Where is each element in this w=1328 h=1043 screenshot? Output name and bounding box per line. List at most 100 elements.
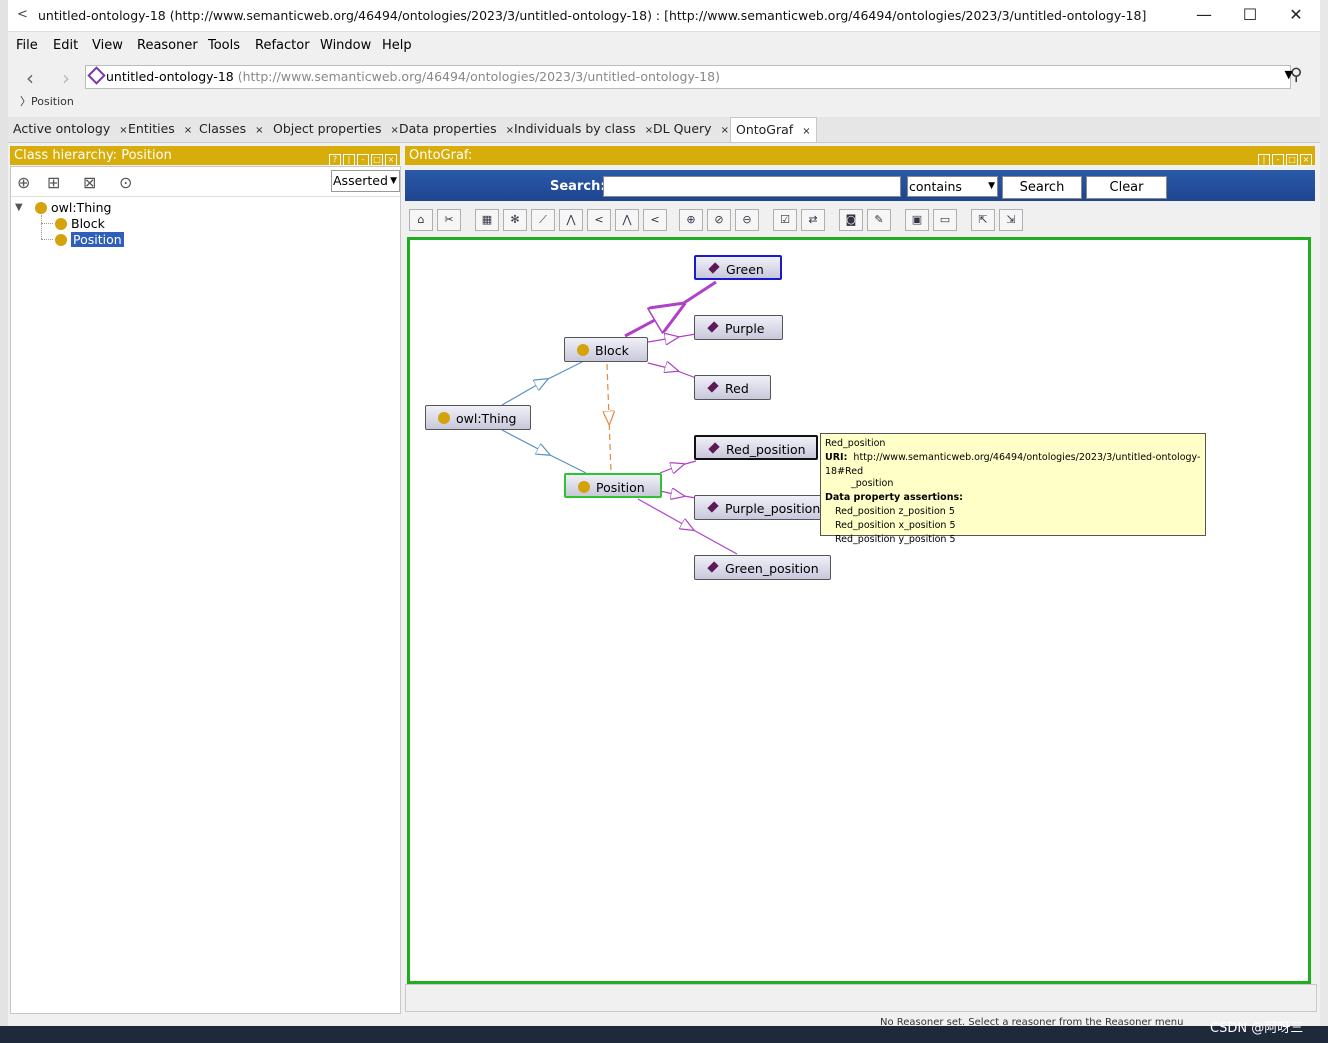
minimize-view-icon[interactable]: - xyxy=(357,154,369,166)
home-icon[interactable]: ⌂ xyxy=(409,209,433,231)
tab-label: DL Query xyxy=(653,121,712,136)
help-icon[interactable]: ? xyxy=(329,154,341,166)
zoom-in-icon[interactable]: ⊕ xyxy=(679,209,703,231)
back-arrow-icon[interactable]: ‹ xyxy=(26,66,34,90)
breadcrumb-item[interactable]: Position xyxy=(31,95,74,108)
graph-node-position[interactable]: Position xyxy=(564,473,662,498)
hierarchy-mode-select[interactable]: Asserted ▼ xyxy=(331,170,400,192)
menu-refactor[interactable]: Refactor xyxy=(255,38,310,53)
tooltip-assertion: Red_position y_position 5 xyxy=(835,534,956,545)
search-button[interactable]: Search xyxy=(1002,176,1082,199)
menu-reasoner[interactable]: Reasoner xyxy=(137,38,198,53)
tab-close-icon[interactable]: × xyxy=(721,125,729,136)
tab-data-properties[interactable]: Data properties × xyxy=(394,117,514,141)
graph-node-red[interactable]: Red xyxy=(694,375,771,400)
tree-node-position[interactable]: Position xyxy=(55,232,124,248)
minimize-view-icon[interactable]: - xyxy=(1272,154,1284,166)
graph-node-red-position[interactable]: Red_position xyxy=(694,435,818,460)
scissors-icon[interactable]: ✂ xyxy=(437,209,461,231)
desktop-edge-left xyxy=(0,0,8,1043)
match-mode-value: contains xyxy=(909,179,962,194)
tree-node-owl-thing[interactable]: owl:Thing xyxy=(35,200,111,216)
graph-node-label: Purple xyxy=(725,321,765,336)
edge-position-purple-position xyxy=(659,491,697,498)
tab-classes[interactable]: Classes × xyxy=(194,117,263,141)
notes-icon[interactable]: ✎ xyxy=(867,209,891,231)
tab-dl-query[interactable]: DL Query × xyxy=(648,117,729,141)
graph-node-purple[interactable]: Purple xyxy=(694,315,783,340)
tree-node-label: owl:Thing xyxy=(51,200,112,215)
ontology-icon xyxy=(87,66,106,85)
tree-node-block[interactable]: Block xyxy=(55,216,105,232)
class-icon xyxy=(577,344,589,356)
workspace-tabs: Active ontology × Entities × Classes × Obje… xyxy=(8,117,1320,143)
menu-tools[interactable]: Tools xyxy=(208,38,240,53)
zoom-reset-icon[interactable]: ⊘ xyxy=(707,209,731,231)
node-filter-icon[interactable]: ☑ xyxy=(773,209,797,231)
tab-entities[interactable]: Entities × xyxy=(123,117,192,141)
graph-node-block[interactable]: Block xyxy=(564,337,648,362)
tab-ontograf[interactable]: OntoGraf × xyxy=(730,117,817,142)
tree-expand-icon[interactable]: ▼ xyxy=(15,200,23,216)
tab-close-icon[interactable]: × xyxy=(255,125,263,136)
menu-help[interactable]: Help xyxy=(382,38,412,53)
tree-node-label: Block xyxy=(71,216,105,231)
forward-arrow-icon[interactable]: › xyxy=(62,66,70,90)
maximize-button[interactable]: ☐ xyxy=(1230,3,1270,27)
edge-block-position-dashed xyxy=(607,363,611,473)
add-sibling-class-icon[interactable]: ⊞ xyxy=(47,173,60,192)
target-icon[interactable]: ⊙ xyxy=(119,173,132,192)
ontology-address-field[interactable]: untitled-ontology-18 (http://www.semanti… xyxy=(85,65,1293,89)
tree-layout-icon[interactable]: ⋀ xyxy=(559,209,583,231)
split-icon[interactable]: | xyxy=(343,154,355,166)
tab-close-icon[interactable]: × xyxy=(184,125,192,136)
clear-button[interactable]: Clear xyxy=(1086,176,1167,199)
tab-close-icon[interactable]: × xyxy=(802,126,810,137)
split-icon[interactable]: | xyxy=(1258,154,1270,166)
tooltip-entity-name: Red_position xyxy=(825,438,886,449)
ontograf-canvas[interactable]: Green Purple Block Red owl:Thing Red_pos… xyxy=(407,237,1311,984)
export-icon[interactable]: ⇱ xyxy=(971,209,995,231)
horizontal-directed-layout-icon[interactable]: < xyxy=(643,209,667,231)
match-mode-select[interactable]: contains ▼ xyxy=(907,176,998,197)
node-tooltip: Red_position URI: http://www.semanticweb… xyxy=(820,433,1206,545)
graph-node-purple-position[interactable]: Purple_position xyxy=(694,495,824,520)
open-folder-icon[interactable]: ▭ xyxy=(933,209,957,231)
search-icon[interactable]: ⚲ xyxy=(1290,65,1302,85)
save-icon[interactable]: ▣ xyxy=(905,209,929,231)
close-view-icon[interactable]: × xyxy=(385,154,397,166)
radial-layout-icon[interactable]: ✻ xyxy=(503,209,527,231)
window-title-bar: < untitled-ontology-18 (http://www.seman… xyxy=(8,0,1320,32)
menu-edit[interactable]: Edit xyxy=(53,38,78,53)
graph-node-green-position[interactable]: Green_position xyxy=(694,555,831,580)
close-window-button[interactable]: ✕ xyxy=(1276,3,1316,27)
graph-node-green[interactable]: Green xyxy=(694,255,782,280)
search-input[interactable] xyxy=(603,176,901,197)
tab-individuals-by-class[interactable]: Individuals by class × xyxy=(509,117,653,141)
class-icon xyxy=(55,234,67,246)
camera-icon[interactable]: ◙ xyxy=(839,209,863,231)
arc-filter-icon[interactable]: ⇄ xyxy=(801,209,825,231)
menu-view[interactable]: View xyxy=(92,38,123,53)
grid-layout-icon[interactable]: ▦ xyxy=(475,209,499,231)
graph-node-label: owl:Thing xyxy=(456,411,517,426)
close-view-icon[interactable]: × xyxy=(1300,154,1312,166)
horizontal-tree-layout-icon[interactable]: < xyxy=(587,209,611,231)
spring-layout-icon[interactable]: ⟋ xyxy=(531,209,555,231)
graph-node-owl-thing[interactable]: owl:Thing xyxy=(425,405,531,430)
class-hierarchy-title: Class hierarchy: Position xyxy=(14,148,172,163)
float-view-icon[interactable]: □ xyxy=(371,154,383,166)
menu-window[interactable]: Window xyxy=(320,38,371,53)
delete-class-icon[interactable]: ⊠ xyxy=(83,173,96,192)
class-hierarchy-panel: ⊕ ⊞ ⊠ ⊙ Asserted ▼ ▼ owl:Thing Block Posi… xyxy=(10,166,401,1014)
minimize-button[interactable]: — xyxy=(1184,3,1224,27)
menu-file[interactable]: File xyxy=(16,38,38,53)
add-subclass-icon[interactable]: ⊕ xyxy=(17,173,30,192)
import-icon[interactable]: ⇲ xyxy=(999,209,1023,231)
directed-layout-icon[interactable]: ⋀ xyxy=(615,209,639,231)
zoom-out-icon[interactable]: ⊖ xyxy=(735,209,759,231)
tab-active-ontology[interactable]: Active ontology × xyxy=(8,117,128,141)
graph-toolbar: ⌂ ✂ ▦ ✻ ⟋ ⋀ < ⋀ < ⊕ ⊘ ⊖ ☑ ⇄ ◙ ✎ ▣ ▭ ⇱ ⇲ xyxy=(405,205,1315,234)
float-view-icon[interactable]: □ xyxy=(1286,154,1298,166)
tab-object-properties[interactable]: Object properties × xyxy=(268,117,399,141)
